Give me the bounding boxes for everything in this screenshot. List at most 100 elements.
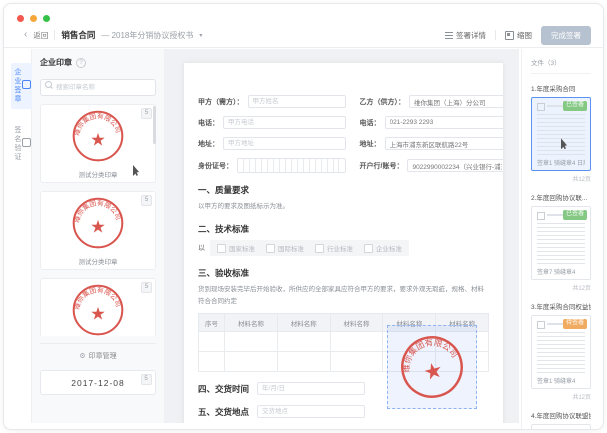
table-cell[interactable]	[224, 351, 278, 373]
party-b-bank-input[interactable]	[407, 159, 503, 172]
tech-options: 国家标准 国际标准 行业标准 企业标准	[210, 240, 409, 257]
seal-count-badge: 5	[141, 108, 152, 119]
id-number-comb[interactable]	[237, 158, 346, 173]
finish-sign-button[interactable]: 完成签署	[541, 25, 591, 45]
section-body-acceptance: 货到现场安装完毕后开始验收，所供应的全部家具应符合甲方的要求，要求外观无瑕疵，规…	[198, 286, 484, 305]
checkbox-international-standard[interactable]: 国际标准	[266, 243, 304, 253]
table-cell[interactable]	[224, 331, 278, 353]
company-seal-image: 维你集团有限公司 ★	[72, 110, 124, 162]
party-b-name-input[interactable]	[409, 95, 503, 108]
field-label: 地址：	[359, 140, 381, 148]
file-name: 1.年度采购合同	[531, 86, 576, 93]
seal-card[interactable]: 5 维你集团有限公司 ★ 测试分类印章	[40, 278, 156, 336]
status-badge: 已签署	[562, 101, 587, 111]
delivery-place-input[interactable]	[257, 405, 366, 419]
checkbox-icon	[266, 243, 275, 253]
table-header: 材料名称	[276, 313, 331, 333]
field-label: 身份证号：	[198, 162, 233, 170]
tab-signature-verify[interactable]: 签名验证	[11, 121, 32, 167]
table-header: 序号	[197, 313, 226, 333]
seal-card[interactable]: 5 维你集团有限公司 ★ 测试分类印章	[40, 191, 156, 270]
section-body-quality: 以甲方的要求及图纸标示为准。	[198, 203, 289, 210]
close-window-button[interactable]	[17, 15, 24, 22]
scrollbar[interactable]	[153, 106, 156, 144]
party-b-phone-input[interactable]	[384, 116, 503, 129]
party-a-phone-input[interactable]	[223, 116, 346, 129]
vertical-tab-strip: 企业签章 签名验证	[11, 49, 32, 423]
document-title: 销售合同	[61, 30, 96, 40]
placed-company-seal-image: 维你集团有限公司 ★	[395, 331, 463, 398]
minimize-window-button[interactable]	[30, 15, 37, 22]
seal-search-input[interactable]	[40, 79, 156, 96]
document-subtitle: — 2018年分销协议授权书	[101, 30, 194, 40]
seal-panel-title: 企业印章 ?	[40, 57, 156, 68]
checkbox-enterprise-standard[interactable]: 企业标准	[364, 243, 402, 253]
delivery-time-input[interactable]	[257, 382, 366, 396]
table-cell[interactable]	[329, 331, 384, 353]
table-cell[interactable]	[329, 351, 384, 373]
field-label: 地址：	[198, 140, 219, 148]
party-b-address-input[interactable]	[384, 137, 503, 150]
sign-details-button[interactable]: 签署详情	[445, 30, 486, 41]
signature-icon	[22, 137, 31, 147]
placed-seal-field[interactable]: 维你集团有限公司 ★	[387, 325, 477, 409]
seal-panel: 企业印章 ? 5 维你集团有限公司 ★ 测试分类印章	[32, 49, 164, 423]
top-header: ‹ 返回 销售合同 — 2018年分销协议授权书 ▾ 签署详情 缩图 完成签署	[4, 23, 603, 48]
checkbox-icon	[315, 243, 324, 253]
file-name: 3.年度采购合同权益协...	[531, 304, 591, 311]
chevron-down-icon[interactable]: ▾	[199, 32, 202, 39]
table-cell[interactable]	[276, 331, 331, 353]
gear-icon: ⚙	[79, 353, 86, 360]
field-label: 电话：	[198, 119, 219, 127]
chevron-left-icon: ‹	[24, 29, 28, 40]
table-header: 材料名称	[224, 313, 278, 333]
section-title-tech: 二、技术标准	[198, 224, 250, 235]
party-a-name-input[interactable]	[247, 95, 346, 108]
party-form: 甲方（需方）： 乙方（供方）： 电话： 电话： 地址： 地址： 身份证号： 开户…	[198, 95, 503, 173]
file-thumbnail-1[interactable]: 已签署 签章1 骑缝章4 日期6	[531, 97, 591, 171]
file-stats: 签章7 骑缝章4	[537, 270, 576, 276]
date-stamp-card[interactable]: 2017-12-08 5	[40, 370, 156, 395]
seal-count-badge: 5	[141, 195, 152, 206]
help-icon[interactable]: ?	[76, 57, 86, 68]
search-icon	[45, 81, 52, 88]
file-stats: 签章1 骑缝章4	[537, 379, 576, 385]
seal-count-badge: 5	[141, 282, 152, 293]
tab-enterprise-seal[interactable]: 企业签章	[11, 63, 32, 109]
table-cell[interactable]	[197, 331, 226, 353]
thumbnail-toggle-button[interactable]: 缩图	[505, 30, 532, 41]
field-label: 电话：	[359, 119, 381, 127]
back-button[interactable]: 返回	[33, 30, 48, 41]
file-thumbnail-4[interactable]	[531, 424, 591, 429]
tech-prefix: 以	[198, 245, 205, 253]
status-badge: 已签署	[562, 210, 587, 220]
checkbox-national-standard[interactable]: 国家标准	[217, 243, 255, 253]
party-a-address-input[interactable]	[223, 137, 346, 150]
table-cell[interactable]	[197, 351, 226, 373]
section-title-delivery-time: 四、交货时间	[198, 383, 250, 394]
field-label: 乙方（供方）：	[359, 98, 406, 106]
thumb-text-lines	[537, 223, 585, 265]
checkbox-industry-standard[interactable]: 行业标准	[315, 243, 353, 253]
screenshot-stage: ‹ 返回 销售合同 — 2018年分销协议授权书 ▾ 签署详情 缩图 完成签署	[0, 0, 607, 433]
svg-text:★: ★	[90, 216, 106, 236]
header-actions: 签署详情 缩图 完成签署	[445, 25, 591, 45]
company-seal-image: 维你集团有限公司 ★	[72, 284, 124, 336]
tech-standard-row: 以 国家标准 国际标准 行业标准 企业标准	[198, 240, 489, 257]
table-cell[interactable]	[276, 351, 331, 373]
section-title-acceptance: 三、验收标准	[198, 268, 250, 279]
checkbox-icon	[217, 243, 226, 253]
seal-card[interactable]: 5 维你集团有限公司 ★ 测试分类印章	[40, 104, 156, 183]
file-thumbnail-2[interactable]: 已签署 签章7 骑缝章4	[531, 206, 591, 280]
maximize-window-button[interactable]	[43, 15, 50, 22]
status-badge: 待签署	[562, 319, 587, 329]
seal-list: 5 维你集团有限公司 ★ 测试分类印章 5 维你集团有限公司 ★ 测试分类印章 …	[40, 104, 156, 336]
date-value: 2017-12-08	[71, 377, 125, 388]
divider	[54, 30, 56, 40]
divider	[495, 30, 496, 40]
checkbox-icon	[364, 243, 373, 253]
section-title-delivery-place: 五、交货地点	[198, 406, 250, 417]
file-thumbnail-3[interactable]: 待签署 签章1 骑缝章4	[531, 315, 591, 389]
breadcrumb: ‹ 返回 销售合同 — 2018年分销协议授权书 ▾	[24, 29, 202, 41]
seal-manage-link[interactable]: ⚙ 印章管理	[40, 343, 156, 361]
